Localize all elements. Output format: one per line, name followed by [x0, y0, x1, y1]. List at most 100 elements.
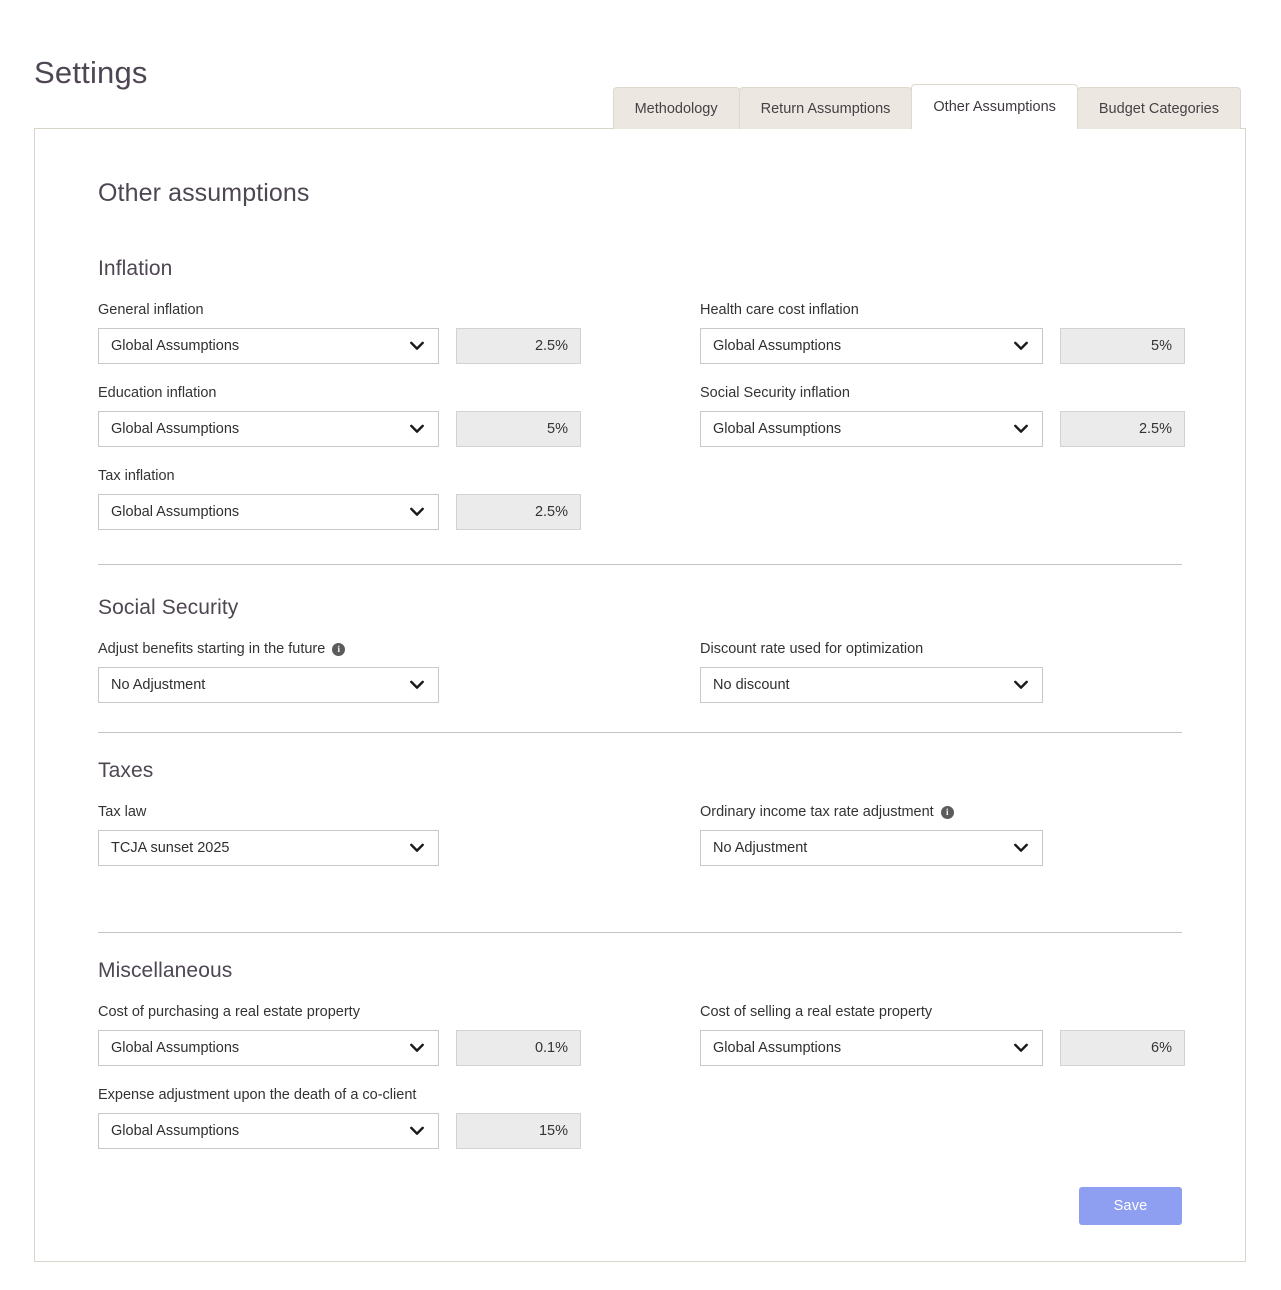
field-adjust-benefits: Adjust benefits starting in the future i… [98, 640, 700, 703]
settings-page: Settings Methodology Return Assumptions … [0, 0, 1281, 1290]
field-general-inflation: General inflation Global Assumptions 2.5… [98, 301, 700, 364]
control-row: No discount [700, 667, 1182, 703]
field-label: Health care cost inflation [700, 301, 1185, 319]
field-label: Education inflation [98, 384, 700, 402]
tax-inflation-select[interactable]: Global Assumptions [98, 494, 439, 530]
field-label-text: Education inflation [98, 385, 217, 401]
save-button[interactable]: Save [1079, 1187, 1182, 1225]
select-value: No discount [713, 677, 790, 693]
control-row: Global Assumptions 2.5% [98, 494, 700, 530]
adjust-benefits-select[interactable]: No Adjustment [98, 667, 439, 703]
control-row: Global Assumptions 5% [700, 328, 1185, 364]
tab-methodology[interactable]: Methodology [612, 87, 740, 129]
select-value: No Adjustment [713, 840, 808, 856]
select-value: Global Assumptions [111, 1040, 240, 1056]
education-inflation-select[interactable]: Global Assumptions [98, 411, 439, 447]
field-label: Adjust benefits starting in the future i [98, 640, 700, 658]
field-label-text: Expense adjustment upon the death of a c… [98, 1087, 417, 1103]
card-heading: Other assumptions [98, 179, 310, 207]
select-value: Global Assumptions [713, 421, 842, 437]
select-value: Global Assumptions [713, 338, 842, 354]
expense-adjustment-select[interactable]: Global Assumptions [98, 1113, 439, 1149]
field-cost-of-purchasing-property: Cost of purchasing a real estate propert… [98, 1003, 700, 1066]
field-label-text: Adjust benefits starting in the future [98, 641, 326, 657]
control-row: Global Assumptions 0.1% [98, 1030, 700, 1066]
field-label: General inflation [98, 301, 700, 319]
discount-rate-select[interactable]: No discount [700, 667, 1043, 703]
field-health-care-cost-inflation: Health care cost inflation Global Assump… [700, 301, 1185, 364]
tab-other-assumptions[interactable]: Other Assumptions [911, 84, 1078, 129]
section-heading-social-security: Social Security [98, 596, 239, 619]
field-label: Cost of selling a real estate property [700, 1003, 1185, 1021]
expense-adjustment-value: 15% [456, 1113, 581, 1149]
general-inflation-value: 2.5% [456, 328, 581, 364]
field-label: Tax inflation [98, 467, 700, 485]
field-label-text: Ordinary income tax rate adjustment [700, 804, 934, 820]
field-cost-of-selling-property: Cost of selling a real estate property G… [700, 1003, 1185, 1066]
social-security-inflation-select[interactable]: Global Assumptions [700, 411, 1043, 447]
chevron-down-icon [1014, 680, 1028, 690]
chevron-down-icon [410, 424, 424, 434]
chevron-down-icon [1014, 1043, 1028, 1053]
field-label-text: Cost of selling a real estate property [700, 1004, 933, 1020]
settings-card: Other assumptions Inflation General infl… [34, 128, 1246, 1262]
cost-of-purchasing-value: 0.1% [456, 1030, 581, 1066]
tax-law-select[interactable]: TCJA sunset 2025 [98, 830, 439, 866]
health-care-cost-inflation-select[interactable]: Global Assumptions [700, 328, 1043, 364]
section-heading-taxes: Taxes [98, 759, 154, 782]
tax-inflation-value: 2.5% [456, 494, 581, 530]
select-value: Global Assumptions [111, 504, 240, 520]
general-inflation-select[interactable]: Global Assumptions [98, 328, 439, 364]
field-label: Expense adjustment upon the death of a c… [98, 1086, 700, 1104]
select-value: Global Assumptions [713, 1040, 842, 1056]
control-row: Global Assumptions 6% [700, 1030, 1185, 1066]
tab-return-assumptions[interactable]: Return Assumptions [738, 87, 913, 129]
tab-strip: Methodology Return Assumptions Other Ass… [612, 84, 1241, 129]
inflation-field-grid: General inflation Global Assumptions 2.5… [98, 301, 1185, 530]
taxes-field-grid: Tax law TCJA sunset 2025 Ordinary income… [98, 803, 1182, 866]
field-tax-law: Tax law TCJA sunset 2025 [98, 803, 700, 866]
control-row: No Adjustment [700, 830, 1182, 866]
field-label: Social Security inflation [700, 384, 1185, 402]
select-value: Global Assumptions [111, 1123, 240, 1139]
chevron-down-icon [410, 1043, 424, 1053]
info-icon[interactable]: i [332, 642, 346, 656]
field-ordinary-income-tax-rate-adjustment: Ordinary income tax rate adjustment i No… [700, 803, 1182, 866]
control-row: No Adjustment [98, 667, 700, 703]
section-heading-miscellaneous: Miscellaneous [98, 959, 233, 982]
chevron-down-icon [1014, 341, 1028, 351]
tab-budget-categories[interactable]: Budget Categories [1076, 87, 1241, 129]
chevron-down-icon [410, 507, 424, 517]
health-care-cost-inflation-value: 5% [1060, 328, 1185, 364]
page-title: Settings [34, 54, 148, 90]
select-value: TCJA sunset 2025 [111, 840, 230, 856]
cost-of-purchasing-select[interactable]: Global Assumptions [98, 1030, 439, 1066]
control-row: Global Assumptions 5% [98, 411, 700, 447]
info-icon[interactable]: i [940, 805, 954, 819]
control-row: Global Assumptions 15% [98, 1113, 700, 1149]
cost-of-selling-select[interactable]: Global Assumptions [700, 1030, 1043, 1066]
field-social-security-inflation: Social Security inflation Global Assumpt… [700, 384, 1185, 447]
chevron-down-icon [410, 843, 424, 853]
cost-of-selling-value: 6% [1060, 1030, 1185, 1066]
select-value: Global Assumptions [111, 421, 240, 437]
field-label-text: Tax law [98, 804, 147, 820]
field-label-text: Discount rate used for optimization [700, 641, 924, 657]
education-inflation-value: 5% [456, 411, 581, 447]
field-expense-adjustment-death-co-client: Expense adjustment upon the death of a c… [98, 1086, 700, 1149]
field-education-inflation: Education inflation Global Assumptions 5… [98, 384, 700, 447]
field-label-text: Health care cost inflation [700, 302, 859, 318]
ordinary-income-tax-rate-select[interactable]: No Adjustment [700, 830, 1043, 866]
field-label-text: Cost of purchasing a real estate propert… [98, 1004, 360, 1020]
field-tax-inflation: Tax inflation Global Assumptions 2.5% [98, 467, 700, 530]
control-row: Global Assumptions 2.5% [700, 411, 1185, 447]
field-label-text: Social Security inflation [700, 385, 850, 401]
field-label: Ordinary income tax rate adjustment i [700, 803, 1182, 821]
control-row: Global Assumptions 2.5% [98, 328, 700, 364]
chevron-down-icon [410, 680, 424, 690]
chevron-down-icon [1014, 424, 1028, 434]
miscellaneous-field-grid: Cost of purchasing a real estate propert… [98, 1003, 1185, 1149]
social-security-inflation-value: 2.5% [1060, 411, 1185, 447]
select-value: Global Assumptions [111, 338, 240, 354]
field-discount-rate: Discount rate used for optimization No d… [700, 640, 1182, 703]
